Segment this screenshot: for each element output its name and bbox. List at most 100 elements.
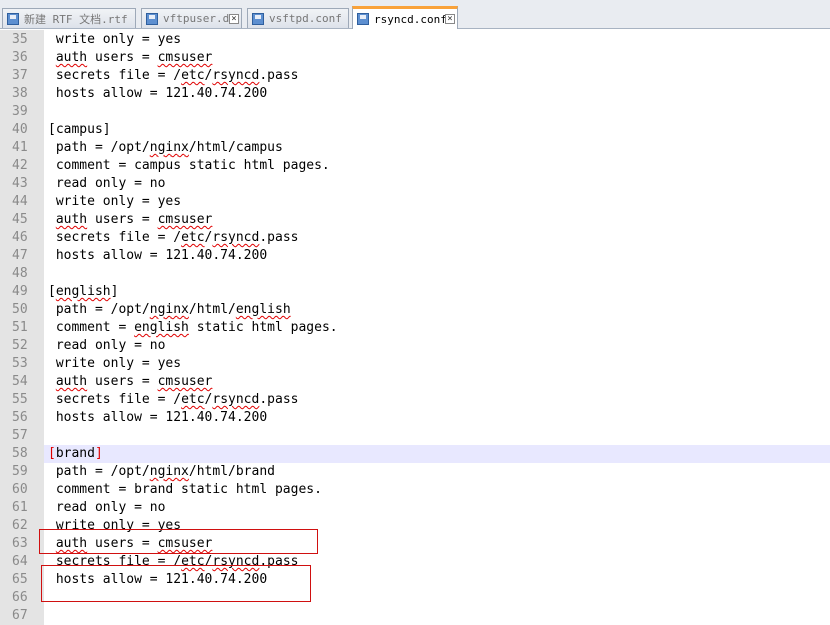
line-text: write only = yes [48,356,182,371]
tab-vsftpd-conf[interactable]: vsftpd.conf [247,8,349,28]
code-line[interactable]: 39 [0,103,830,121]
line-number: 43 [0,175,44,193]
code-line[interactable]: 57 [0,427,830,445]
line-number: 41 [0,139,44,157]
line-number: 66 [0,589,44,607]
line-number: 35 [0,31,44,49]
close-icon[interactable]: × [229,13,239,24]
line-text: secrets file = /etc/rsyncd.pass [48,554,299,569]
line-number: 55 [0,391,44,409]
tab-label: vftpuser.db [163,12,229,25]
line-text: [campus] [48,122,111,137]
code-line[interactable]: 65 hosts allow = 121.40.74.200 [0,571,830,589]
line-number: 42 [0,157,44,175]
save-disk-icon [146,12,158,25]
code-line[interactable]: 49 [english] [0,283,830,301]
line-number: 49 [0,283,44,301]
line-text: path = /opt/nginx/html/campus [48,140,283,155]
line-number: 62 [0,517,44,535]
code-line[interactable]: 36 auth users = cmsuser [0,49,830,67]
line-text: read only = no [48,176,166,191]
code-line[interactable]: 37 secrets file = /etc/rsyncd.pass [0,67,830,85]
line-number: 50 [0,301,44,319]
save-disk-icon [252,12,264,25]
tab-label: 新建 RTF 文档.rtf [24,12,128,26]
code-line[interactable]: 55 secrets file = /etc/rsyncd.pass [0,391,830,409]
code-line[interactable]: 54 auth users = cmsuser [0,373,830,391]
line-text: auth users = cmsuser [55,536,213,551]
tab-label: vsftpd.conf [269,12,342,25]
line-number: 54 [0,373,44,391]
code-line[interactable]: 58 [brand] [0,445,830,463]
code-line[interactable]: 50 path = /opt/nginx/html/english [0,301,830,319]
code-line[interactable]: 35 write only = yes [0,31,830,49]
tab-rsyncd-conf[interactable]: rsyncd.conf × [352,6,458,29]
line-text: secrets file = /etc/rsyncd.pass [48,68,299,83]
code-line[interactable]: 41 path = /opt/nginx/html/campus [0,139,830,157]
code-line[interactable]: 62 write only = yes [0,517,830,535]
code-line[interactable]: 38 hosts allow = 121.40.74.200 [0,85,830,103]
line-number: 46 [0,229,44,247]
line-number: 39 [0,103,44,121]
code-line[interactable]: 45 auth users = cmsuser [0,211,830,229]
code-line[interactable]: 42 comment = campus static html pages. [0,157,830,175]
line-text: [english] [48,284,119,299]
code-line[interactable]: 47 hosts allow = 121.40.74.200 [0,247,830,265]
code-line[interactable]: 56 hosts allow = 121.40.74.200 [0,409,830,427]
code-line[interactable]: 48 [0,265,830,283]
close-icon[interactable]: × [445,14,455,24]
line-text: comment = english static html pages. [48,320,338,335]
tab-vftpuser-db[interactable]: vftpuser.db × [141,8,242,28]
tab-rtf-document[interactable]: 新建 RTF 文档.rtf [2,8,136,28]
line-text: secrets file = /etc/rsyncd.pass [48,230,299,245]
line-text: write only = yes [48,32,182,47]
code-line[interactable]: 52 read only = no [0,337,830,355]
line-text: hosts allow = 121.40.74.200 [48,572,268,587]
line-number: 53 [0,355,44,373]
save-disk-icon [357,13,369,25]
line-number: 40 [0,121,44,139]
code-line[interactable]: 59 path = /opt/nginx/html/brand [0,463,830,481]
line-text: auth users = cmsuser [55,50,213,65]
line-number: 45 [0,211,44,229]
code-line[interactable]: 61 read only = no [0,499,830,517]
code-line[interactable]: 67 [0,607,830,625]
line-text: write only = yes [48,194,182,209]
code-line[interactable]: 64 secrets file = /etc/rsyncd.pass [0,553,830,571]
line-text: secrets file = /etc/rsyncd.pass [48,392,299,407]
code-line[interactable]: 40 [campus] [0,121,830,139]
line-number: 56 [0,409,44,427]
line-number: 38 [0,85,44,103]
line-number: 65 [0,571,44,589]
line-number: 59 [0,463,44,481]
line-number: 52 [0,337,44,355]
line-text: hosts allow = 121.40.74.200 [48,248,268,263]
line-text: read only = no [48,500,166,515]
line-text: read only = no [48,338,166,353]
tab-label: rsyncd.conf [374,12,445,26]
code-line[interactable]: 43 read only = no [0,175,830,193]
code-line[interactable]: 46 secrets file = /etc/rsyncd.pass [0,229,830,247]
save-disk-icon [7,12,19,25]
line-number: 61 [0,499,44,517]
line-number: 64 [0,553,44,571]
line-number: 44 [0,193,44,211]
tab-bar: 新建 RTF 文档.rtf vftpuser.db × vsftpd.conf … [0,0,830,29]
code-line[interactable]: 60 comment = brand static html pages. [0,481,830,499]
line-number: 58 [0,445,44,463]
code-line[interactable]: 44 write only = yes [0,193,830,211]
text-editor[interactable]: 35 write only = yes 36 auth users = cmsus… [0,30,830,625]
line-text: path = /opt/nginx/html/brand [48,464,275,479]
line-number: 63 [0,535,44,553]
line-text: comment = campus static html pages. [48,158,330,173]
code-line[interactable]: 63 auth users = cmsuser [0,535,830,553]
code-line[interactable]: 51 comment = english static html pages. [0,319,830,337]
line-text: path = /opt/nginx/html/english [48,302,291,317]
line-number: 36 [0,49,44,67]
line-text: hosts allow = 121.40.74.200 [48,410,268,425]
code-line[interactable]: 53 write only = yes [0,355,830,373]
line-text: [brand] [48,446,103,461]
code-line[interactable]: 66 [0,589,830,607]
line-number: 48 [0,265,44,283]
line-number: 60 [0,481,44,499]
